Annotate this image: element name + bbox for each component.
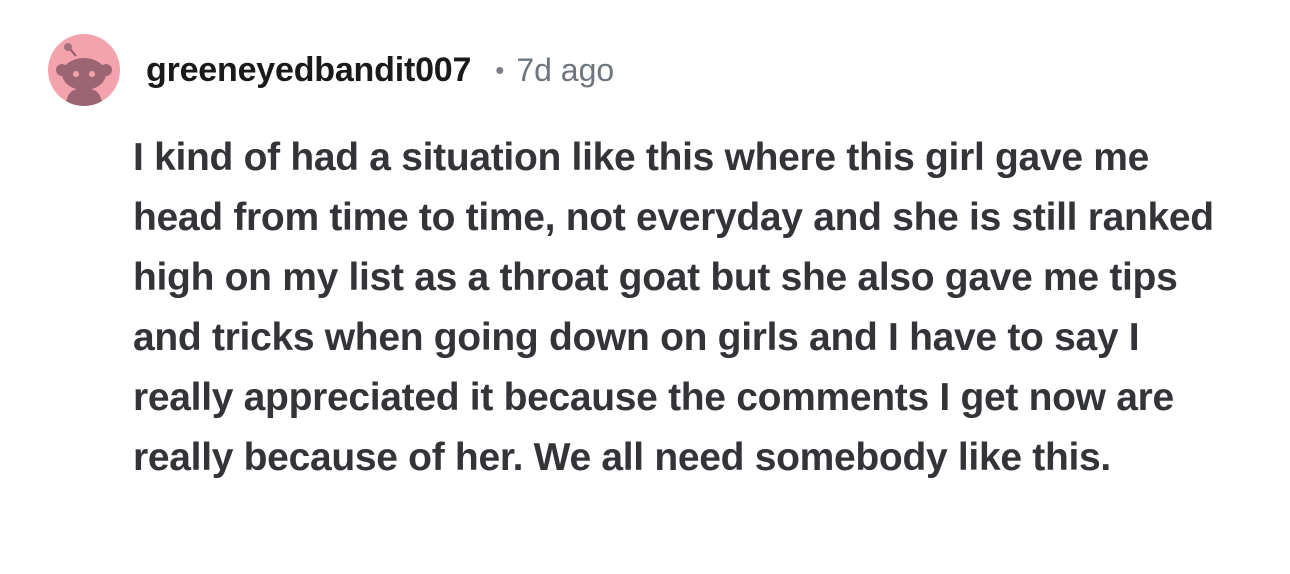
timestamp[interactable]: 7d ago bbox=[516, 52, 614, 89]
comment-body: I kind of had a situation like this wher… bbox=[133, 136, 1214, 479]
author-username[interactable]: greeneyedbandit007 bbox=[146, 51, 471, 90]
avatar[interactable] bbox=[48, 34, 120, 106]
separator-dot: • bbox=[495, 55, 505, 85]
comment-header: greeneyedbandit007 • 7d ago bbox=[48, 34, 614, 106]
comment: greeneyedbandit007 • 7d ago I kind of ha… bbox=[0, 0, 1290, 574]
reddit-snoo-icon bbox=[56, 43, 112, 106]
